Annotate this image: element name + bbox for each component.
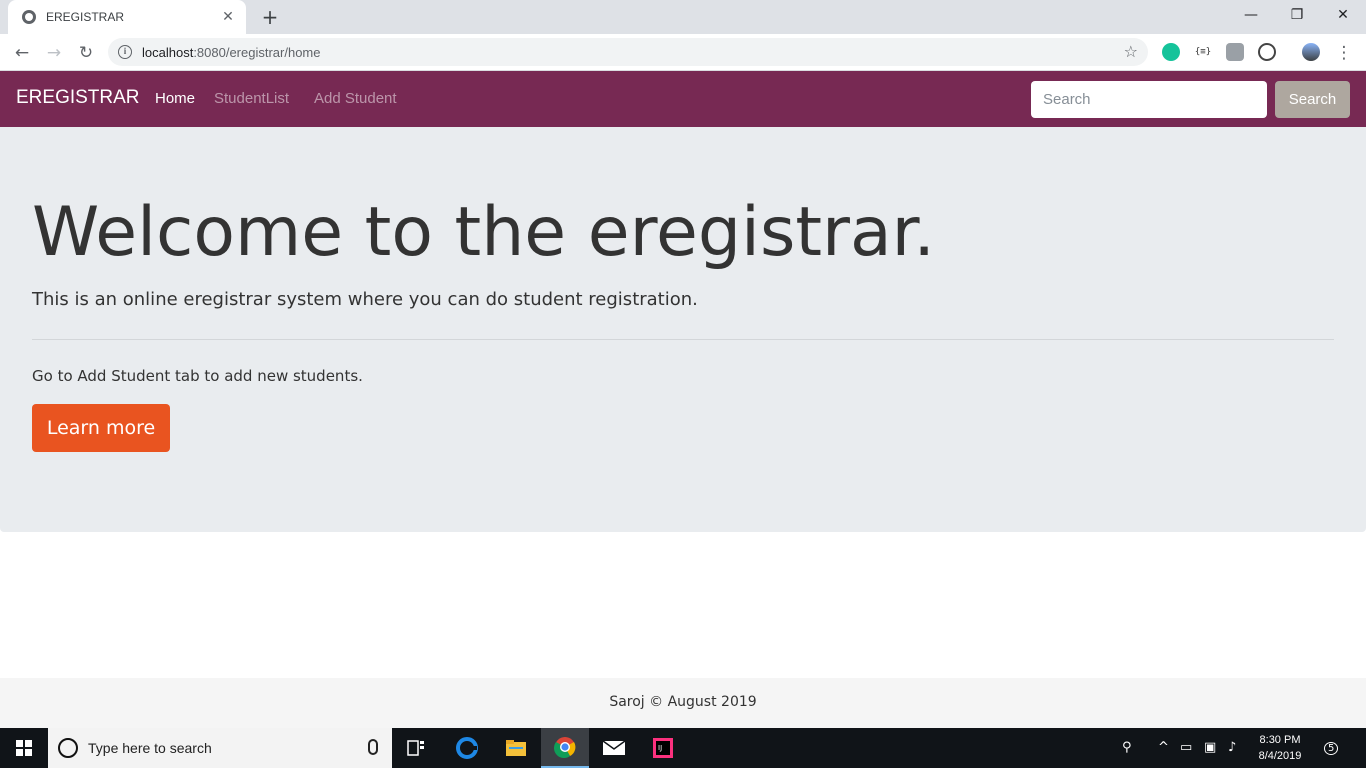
back-icon[interactable]: ← xyxy=(10,41,34,65)
menu-dots-icon[interactable]: ⋮ xyxy=(1332,41,1356,65)
forward-icon[interactable]: → xyxy=(42,41,66,65)
new-tab-button[interactable]: + xyxy=(258,5,282,29)
lead-text: This is an online eregistrar system wher… xyxy=(32,289,698,310)
site-info-icon[interactable]: i xyxy=(118,45,132,59)
search-button[interactable]: Search xyxy=(1275,81,1350,118)
window-close-button[interactable]: ✕ xyxy=(1320,0,1366,30)
grammarly-icon[interactable] xyxy=(1162,43,1180,61)
microphone-icon[interactable] xyxy=(368,739,378,755)
globe-icon xyxy=(22,10,36,24)
reload-icon[interactable]: ↻ xyxy=(74,41,98,65)
taskbar-search-placeholder: Type here to search xyxy=(88,740,212,756)
hint-text: Go to Add Student tab to add new student… xyxy=(32,367,363,385)
edge-icon[interactable] xyxy=(443,728,491,768)
file-explorer-icon[interactable] xyxy=(492,728,540,768)
action-center-icon[interactable]: 5 xyxy=(1324,740,1339,755)
restore-button[interactable]: ❐ xyxy=(1274,0,1320,30)
url-host: localhost xyxy=(142,44,194,60)
search-input[interactable] xyxy=(1031,81,1267,118)
nav-studentlist[interactable]: StudentList xyxy=(214,90,289,107)
jumbotron: Welcome to the eregistrar. This is an on… xyxy=(0,127,1366,532)
show-hidden-icons[interactable]: ^ xyxy=(1158,740,1169,755)
mail-icon[interactable] xyxy=(590,728,638,768)
tab-title: EREGISTRAR xyxy=(46,10,125,24)
welcome-heading: Welcome to the eregistrar. xyxy=(32,193,935,272)
chrome-icon[interactable] xyxy=(541,728,589,768)
minimize-button[interactable]: — xyxy=(1228,0,1274,30)
nav-add-student[interactable]: Add Student xyxy=(314,90,397,107)
site-navbar: EREGISTRAR Home StudentList Add Student … xyxy=(0,71,1366,127)
task-view-icon[interactable] xyxy=(392,728,440,768)
bookmark-star-icon[interactable]: ☆ xyxy=(1124,42,1138,61)
cortana-icon xyxy=(58,738,78,758)
profile-avatar[interactable] xyxy=(1302,43,1320,61)
people-icon[interactable]: ⚲ xyxy=(1122,740,1132,755)
page-footer: Saroj © August 2019 xyxy=(0,678,1366,728)
divider xyxy=(32,339,1334,340)
taskbar-search-box[interactable]: Type here to search xyxy=(48,728,392,768)
intellij-icon[interactable]: IJ xyxy=(639,728,687,768)
network-icon[interactable]: ▣ xyxy=(1204,740,1216,755)
footer-text: Saroj © August 2019 xyxy=(609,694,757,710)
nav-home[interactable]: Home xyxy=(155,90,195,107)
learn-more-button[interactable]: Learn more xyxy=(32,404,170,452)
clock-time: 8:30 PM xyxy=(1259,734,1301,746)
json-extension-icon[interactable]: {≡} xyxy=(1194,43,1212,61)
battery-icon[interactable]: ▭ xyxy=(1180,740,1192,755)
url-path: :8080/eregistrar/home xyxy=(193,44,321,60)
windows-start-icon[interactable] xyxy=(16,740,32,756)
brand-logo[interactable]: EREGISTRAR xyxy=(16,87,140,109)
clock-date: 8/4/2019 xyxy=(1258,750,1302,762)
browser-tab[interactable]: EREGISTRAR ✕ xyxy=(8,0,246,34)
address-bar[interactable]: i localhost:8080/eregistrar/home ☆ xyxy=(108,38,1148,66)
sync-extension-icon[interactable] xyxy=(1258,43,1276,61)
extension-icon[interactable] xyxy=(1226,43,1244,61)
browser-tabstrip: EREGISTRAR ✕ + — ❐ ✕ xyxy=(0,0,1366,34)
windows-taskbar: Type here to search IJ ⚲ ^ ▭ ▣ ♪ 8:30 PM… xyxy=(0,728,1366,768)
notification-count: 5 xyxy=(1324,742,1339,755)
tab-close-icon[interactable]: ✕ xyxy=(220,9,236,25)
taskbar-clock[interactable]: 8:30 PM 8/4/2019 xyxy=(1250,732,1310,764)
svg-text:IJ: IJ xyxy=(658,744,662,752)
volume-icon[interactable]: ♪ xyxy=(1228,740,1236,755)
browser-toolbar: ← → ↻ i localhost:8080/eregistrar/home ☆… xyxy=(0,34,1366,71)
